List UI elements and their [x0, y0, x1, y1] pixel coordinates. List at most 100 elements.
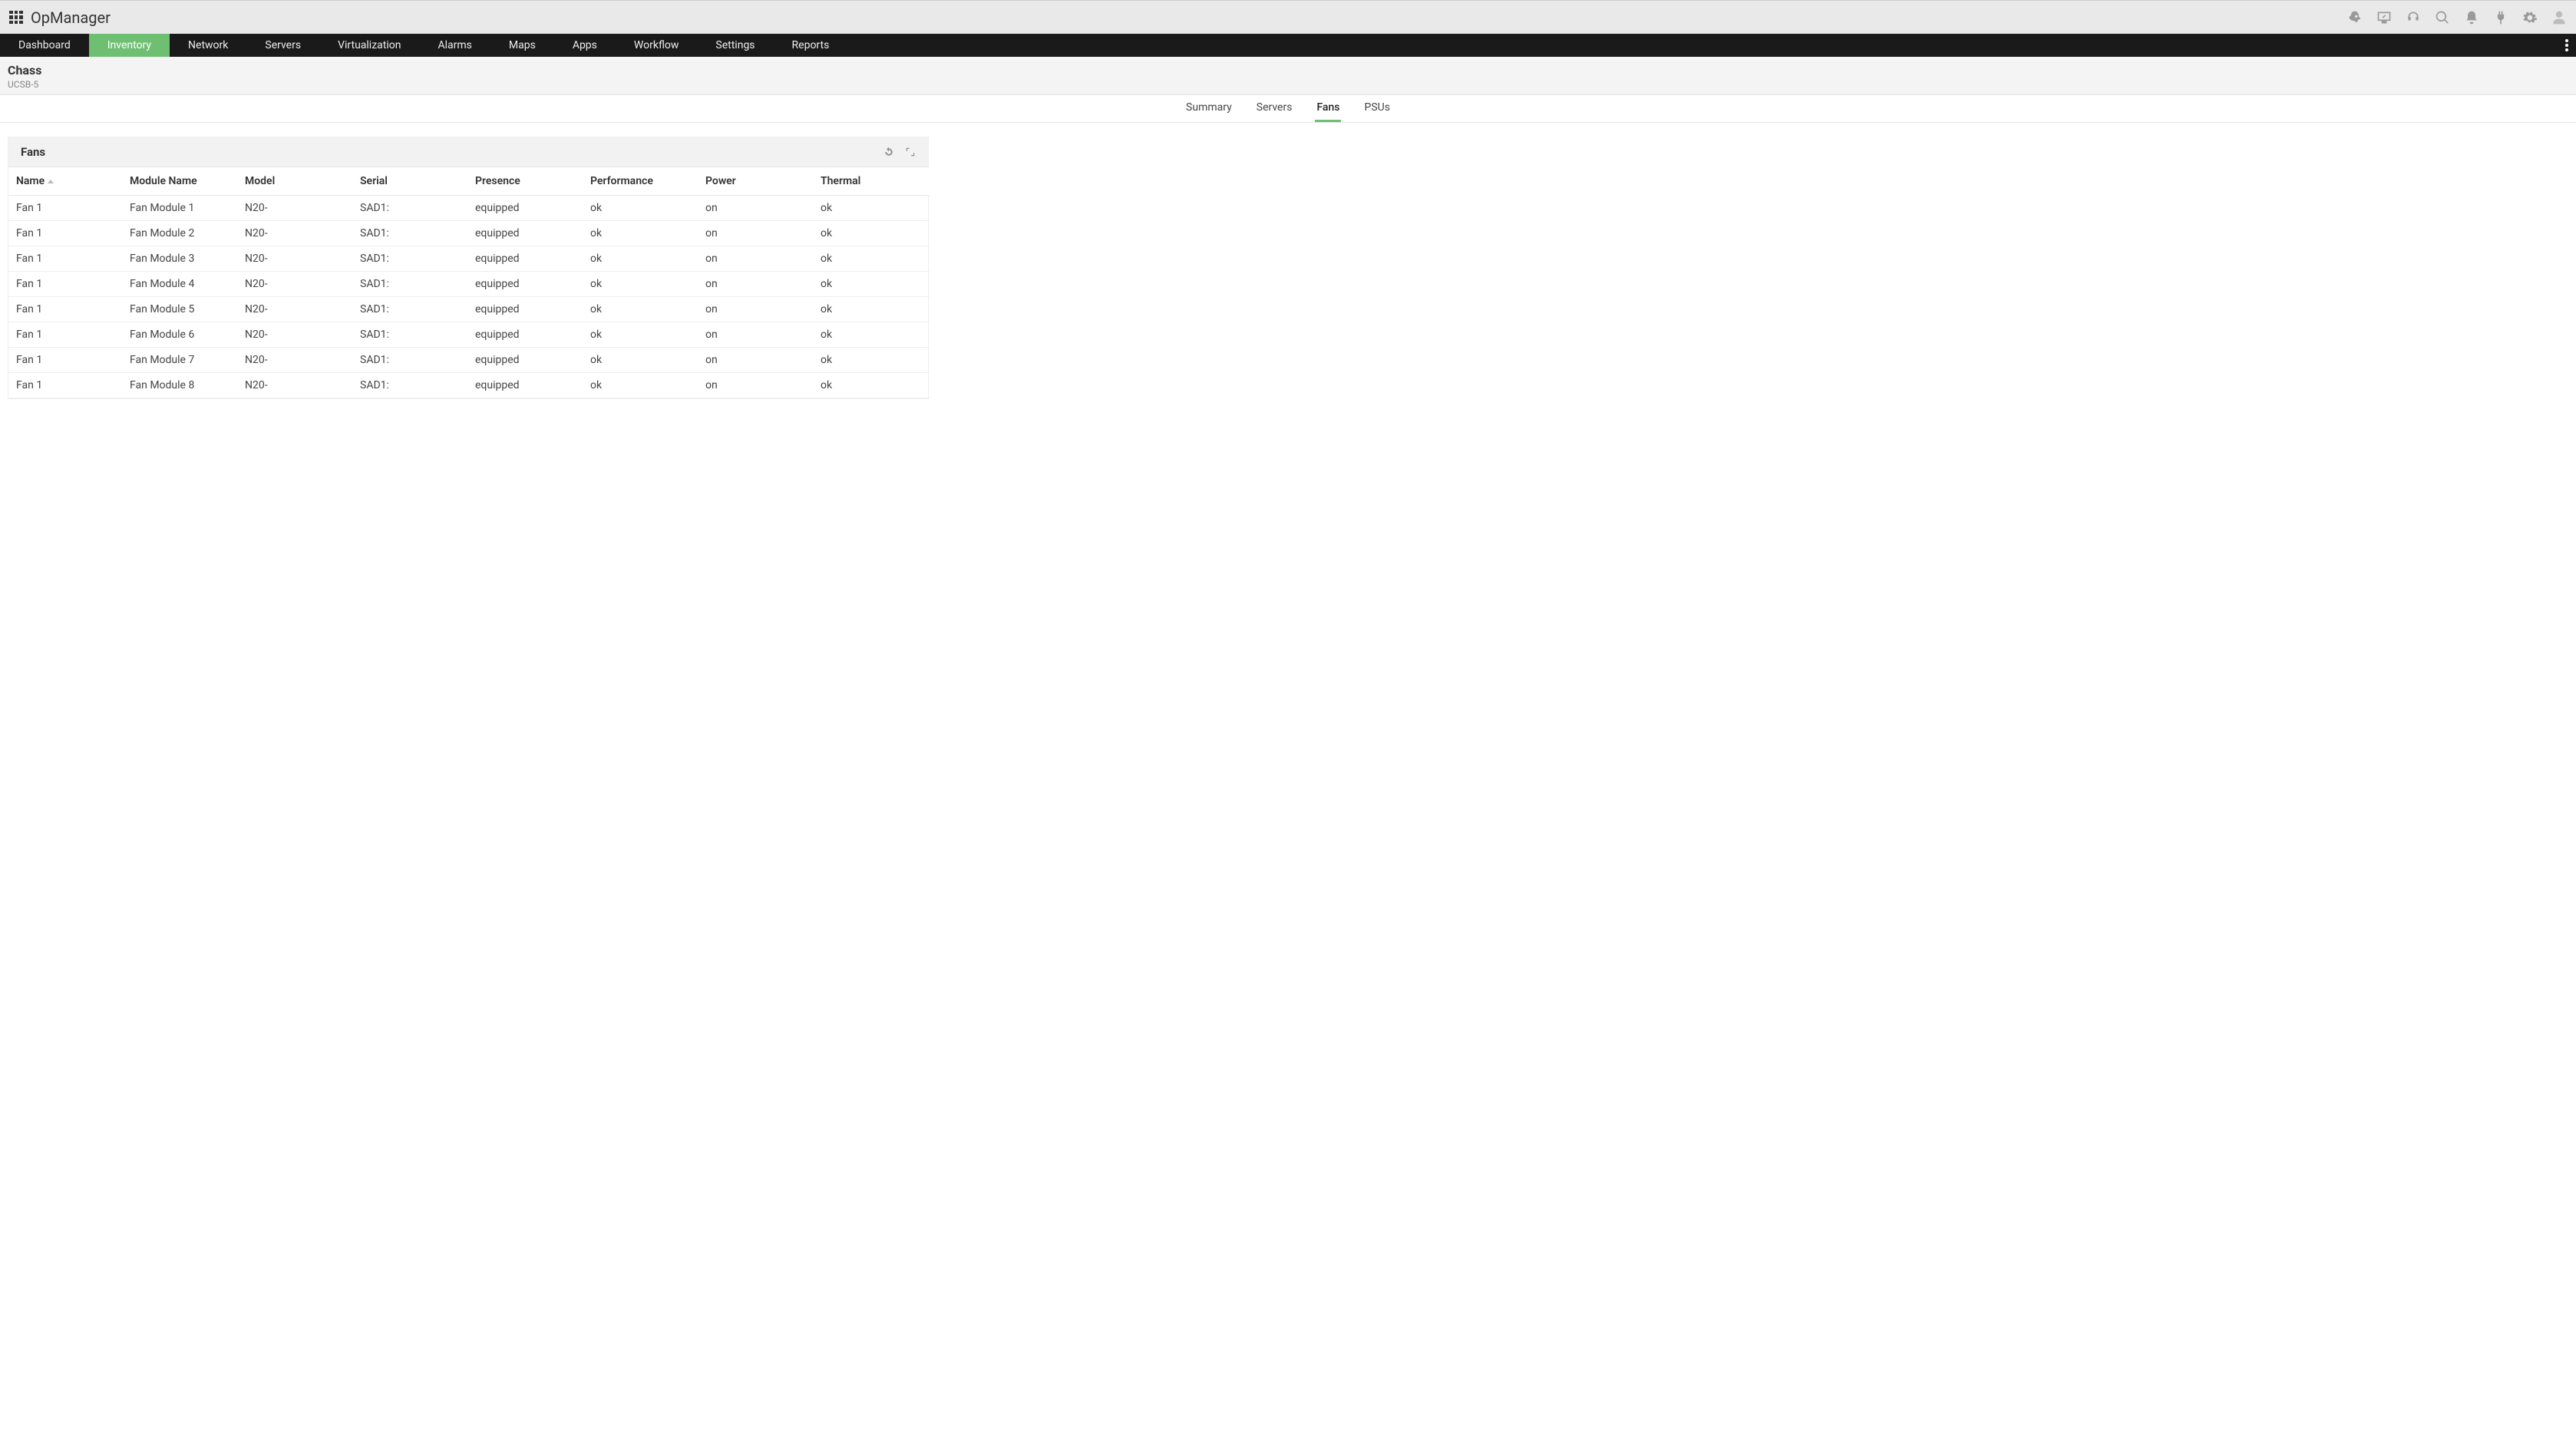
- nav-more-icon[interactable]: [2558, 34, 2576, 57]
- cell-module: Fan Module 5: [124, 297, 239, 322]
- cell-thermal: ok: [814, 196, 930, 221]
- nav-dashboard[interactable]: Dashboard: [0, 34, 89, 57]
- nav-reports[interactable]: Reports: [774, 34, 848, 57]
- cell-name: Fan 1: [8, 297, 124, 322]
- col-model[interactable]: Model: [239, 167, 354, 196]
- nav-servers[interactable]: Servers: [246, 34, 319, 57]
- col-power[interactable]: Power: [699, 167, 814, 196]
- cell-module: Fan Module 4: [124, 272, 239, 297]
- nav-maps[interactable]: Maps: [490, 34, 554, 57]
- monitor-icon[interactable]: [2376, 10, 2392, 25]
- brand-title: OpManager: [31, 8, 111, 27]
- col-module-name[interactable]: Module Name: [124, 167, 239, 196]
- panel-title: Fans: [21, 145, 45, 159]
- cell-model: N20-: [239, 297, 354, 322]
- cell-model: N20-: [239, 246, 354, 272]
- cell-presence: equipped: [469, 348, 584, 373]
- cell-model: N20-: [239, 272, 354, 297]
- nav-workflow[interactable]: Workflow: [616, 34, 698, 57]
- table-row[interactable]: Fan 1Fan Module 2N20-SAD1:equippedokonok: [8, 221, 930, 246]
- cell-power: on: [699, 221, 814, 246]
- nav-network[interactable]: Network: [170, 34, 246, 57]
- cell-performance: ok: [584, 373, 699, 398]
- apps-grid-icon[interactable]: [9, 11, 23, 25]
- cell-serial: SAD1:: [354, 297, 469, 322]
- table-row[interactable]: Fan 1Fan Module 8N20-SAD1:equippedokonok: [8, 373, 930, 398]
- table-row[interactable]: Fan 1Fan Module 4N20-SAD1:equippedokonok: [8, 272, 930, 297]
- tab-summary[interactable]: Summary: [1184, 95, 1234, 122]
- page-head: Chass UCSB-5: [0, 57, 2576, 95]
- cell-serial: SAD1:: [354, 322, 469, 348]
- cell-serial: SAD1:: [354, 246, 469, 272]
- cell-presence: equipped: [469, 196, 584, 221]
- cell-thermal: ok: [814, 373, 930, 398]
- topbar-right: [2347, 10, 2567, 25]
- tab-servers[interactable]: Servers: [1255, 95, 1294, 122]
- cell-serial: SAD1:: [354, 373, 469, 398]
- cell-model: N20-: [239, 322, 354, 348]
- cell-name: Fan 1: [8, 348, 124, 373]
- search-icon[interactable]: [2435, 10, 2450, 25]
- cell-performance: ok: [584, 272, 699, 297]
- table-row[interactable]: Fan 1Fan Module 6N20-SAD1:equippedokonok: [8, 322, 930, 348]
- cell-power: on: [699, 348, 814, 373]
- cell-presence: equipped: [469, 221, 584, 246]
- cell-name: Fan 1: [8, 246, 124, 272]
- nav-apps[interactable]: Apps: [554, 34, 616, 57]
- cell-module: Fan Module 6: [124, 322, 239, 348]
- cell-power: on: [699, 297, 814, 322]
- cell-presence: equipped: [469, 297, 584, 322]
- cell-thermal: ok: [814, 348, 930, 373]
- nav-alarms[interactable]: Alarms: [419, 34, 490, 57]
- cell-model: N20-: [239, 221, 354, 246]
- col-name[interactable]: Name: [8, 167, 124, 196]
- cell-thermal: ok: [814, 297, 930, 322]
- cell-name: Fan 1: [8, 196, 124, 221]
- gear-icon[interactable]: [2522, 10, 2538, 25]
- table-row[interactable]: Fan 1Fan Module 3N20-SAD1:equippedokonok: [8, 246, 930, 272]
- nav-settings[interactable]: Settings: [697, 34, 773, 57]
- cell-power: on: [699, 373, 814, 398]
- cell-module: Fan Module 3: [124, 246, 239, 272]
- cell-serial: SAD1:: [354, 221, 469, 246]
- refresh-icon[interactable]: [883, 147, 894, 157]
- cell-name: Fan 1: [8, 373, 124, 398]
- sub-tabs: Summary Servers Fans PSUs: [0, 95, 2576, 123]
- plug-icon[interactable]: [2493, 10, 2508, 25]
- cell-module: Fan Module 8: [124, 373, 239, 398]
- cell-model: N20-: [239, 196, 354, 221]
- headset-icon[interactable]: [2406, 10, 2421, 25]
- col-serial[interactable]: Serial: [354, 167, 469, 196]
- table-row[interactable]: Fan 1Fan Module 5N20-SAD1:equippedokonok: [8, 297, 930, 322]
- tab-psus[interactable]: PSUs: [1362, 95, 1391, 122]
- bell-icon[interactable]: [2464, 10, 2479, 25]
- rocket-icon[interactable]: [2347, 10, 2363, 25]
- table-row[interactable]: Fan 1Fan Module 7N20-SAD1:equippedokonok: [8, 348, 930, 373]
- tab-fans[interactable]: Fans: [1315, 95, 1341, 122]
- cell-thermal: ok: [814, 272, 930, 297]
- expand-icon[interactable]: [905, 147, 916, 157]
- page-title: Chass: [8, 63, 2568, 78]
- cell-performance: ok: [584, 348, 699, 373]
- cell-name: Fan 1: [8, 221, 124, 246]
- cell-serial: SAD1:: [354, 348, 469, 373]
- table-row[interactable]: Fan 1Fan Module 1N20-SAD1:equippedokonok: [8, 196, 930, 221]
- cell-power: on: [699, 272, 814, 297]
- cell-thermal: ok: [814, 246, 930, 272]
- nav-inventory[interactable]: Inventory: [89, 34, 170, 57]
- cell-thermal: ok: [814, 322, 930, 348]
- cell-presence: equipped: [469, 373, 584, 398]
- col-thermal[interactable]: Thermal: [814, 167, 930, 196]
- cell-performance: ok: [584, 322, 699, 348]
- cell-presence: equipped: [469, 322, 584, 348]
- col-presence[interactable]: Presence: [469, 167, 584, 196]
- cell-serial: SAD1:: [354, 196, 469, 221]
- cell-module: Fan Module 7: [124, 348, 239, 373]
- cell-performance: ok: [584, 196, 699, 221]
- cell-performance: ok: [584, 246, 699, 272]
- col-performance[interactable]: Performance: [584, 167, 699, 196]
- cell-presence: equipped: [469, 272, 584, 297]
- nav-virtualization[interactable]: Virtualization: [319, 34, 419, 57]
- topbar: OpManager: [0, 0, 2576, 34]
- user-icon[interactable]: [2551, 10, 2567, 25]
